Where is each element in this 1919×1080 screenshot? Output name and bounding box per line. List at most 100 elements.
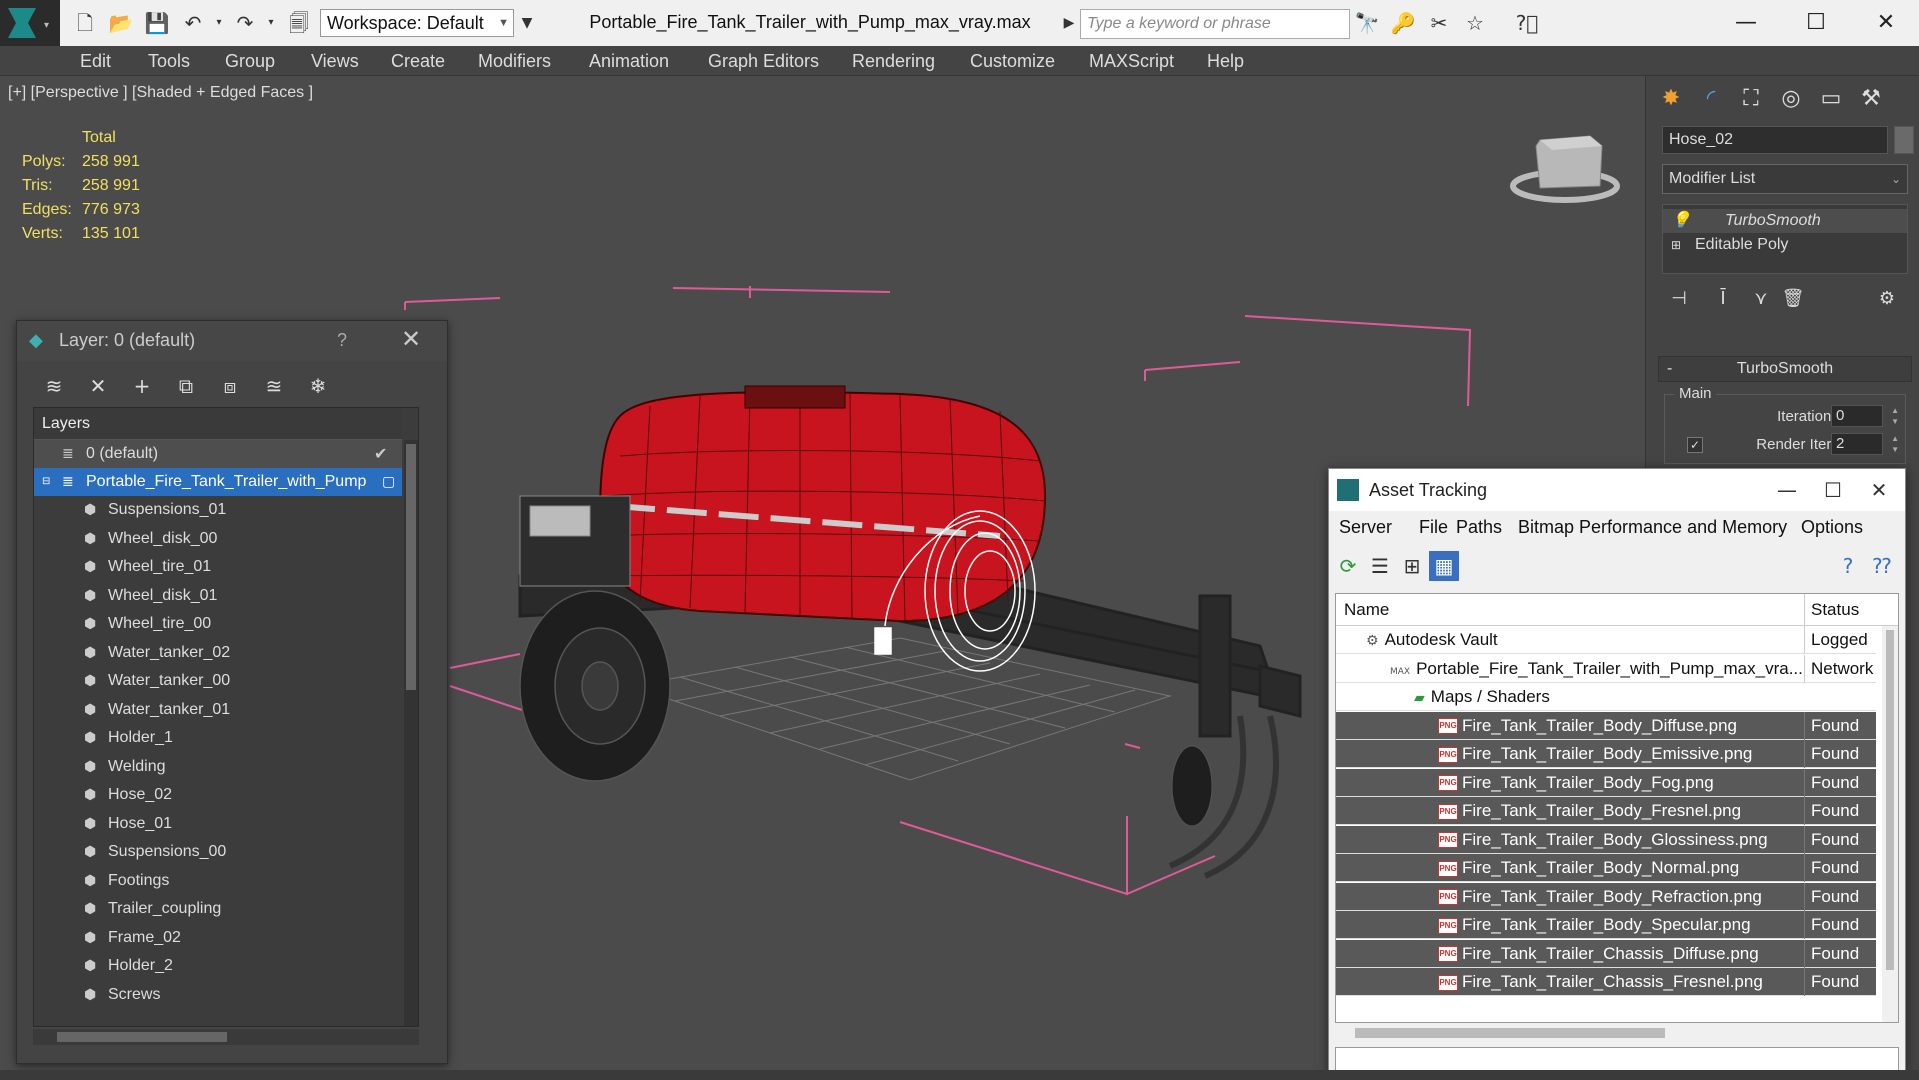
open-file-icon[interactable]: 📂 [108,10,134,36]
menu-views[interactable]: Views [311,46,359,76]
asset-row[interactable]: PNG Fire_Tank_Trailer_Body_Normal.png Foun… [1336,854,1876,882]
display-tab-icon[interactable]: ▭ [1814,82,1848,116]
pin-stack-icon[interactable]: ⊣ [1666,286,1692,312]
viewcube[interactable] [1510,135,1620,203]
menu-server[interactable]: Server [1339,511,1392,543]
spinner-arrows-icon[interactable]: ▲ ▼ [1891,433,1899,455]
maximize-button[interactable]: ☐ [1813,475,1853,505]
layer-object-row[interactable]: ⬢ Welding [34,753,402,781]
viewport-label[interactable]: [+] [Perspective ] [Shaded + Edged Faces… [8,84,313,102]
time-slider[interactable] [0,1070,1919,1080]
horizontal-scrollbar[interactable] [33,1029,419,1045]
menu-maxscript[interactable]: MAXScript [1089,46,1174,76]
asset-row[interactable]: ⚙ Autodesk Vault Logged [1336,626,1876,654]
layer-object-row[interactable]: ⬢ Holder_1 [34,724,402,752]
plus-icon[interactable]: ⊞ [1671,233,1681,257]
spinner-arrows-icon[interactable]: ▲ ▼ [1891,405,1899,427]
menu-animation[interactable]: Animation [589,46,669,76]
modifier-list-dropdown[interactable]: Modifier List ⌄ [1662,164,1908,194]
modify-tab-icon[interactable]: ◜ [1694,82,1728,116]
binoculars-icon[interactable]: 🔭 [1354,10,1380,36]
layer-row-default[interactable]: ≣ 0 (default) ✔ [34,440,402,468]
close-icon[interactable]: ✕ [401,325,421,353]
menu-rendering[interactable]: Rendering [852,46,935,76]
object-name-field[interactable]: Hose_02 [1662,126,1888,154]
layer-object-row[interactable]: ⬢ Hose_02 [34,781,402,809]
close-button[interactable]: ✕ [1859,475,1899,505]
render-iters-spinner[interactable]: ✓ Render Iters: 2 ▲ ▼ [1665,433,1907,457]
menu-help[interactable]: Help [1207,46,1244,76]
select-objects-icon[interactable]: ⧉ [171,371,201,401]
layer-object-row[interactable]: ⬢ Screws [34,981,402,1009]
undo-dropdown-icon[interactable]: ▾ [206,10,232,36]
render-iters-checkbox[interactable]: ✓ [1687,437,1703,453]
scrollbar-thumb[interactable] [1355,1028,1665,1038]
asset-row[interactable]: MAX Portable_Fire_Tank_Trailer_with_Pump_… [1336,654,1876,683]
layer-object-row[interactable]: ⬢ Suspensions_00 [34,838,402,866]
table-view-icon[interactable]: ▦ [1429,551,1459,581]
menu-create[interactable]: Create [391,46,445,76]
horizontal-scrollbar[interactable] [1335,1025,1899,1041]
iterations-spinner[interactable]: Iterations: 0 ▲ ▼ [1665,405,1907,429]
asset-row[interactable]: PNG Fire_Tank_Trailer_Chassis_Fresnel.png… [1336,968,1876,996]
refresh-icon[interactable]: ⟳ [1333,551,1363,581]
redo-dropdown-icon[interactable]: ▾ [258,10,284,36]
scrollbar-thumb[interactable] [57,1032,227,1042]
help-button[interactable]: ? [337,330,347,351]
asset-row[interactable]: PNG Fire_Tank_Trailer_Body_Fog.png Found [1336,768,1876,797]
column-header-name[interactable]: Name [1344,594,1389,626]
create-tab-icon[interactable]: ✸ [1654,82,1688,116]
app-logo[interactable]: ▾ [0,0,60,46]
minimize-button[interactable]: — [1726,6,1766,40]
menu-group[interactable]: Group [225,46,275,76]
new-file-icon[interactable]: 🗋 [72,10,98,36]
collapse-icon[interactable]: - [1667,357,1672,381]
asset-row[interactable]: PNG Fire_Tank_Trailer_Body_Refraction.png… [1336,882,1876,911]
save-icon[interactable]: 💾 [144,10,170,36]
scrollbar-thumb[interactable] [1886,630,1894,970]
remove-modifier-icon[interactable]: 🗑 [1780,286,1806,312]
menu-edit[interactable]: Edit [80,46,111,76]
help-icon[interactable]: ?⃝ [1514,10,1540,36]
column-header-status[interactable]: Status [1804,594,1898,626]
menu-file[interactable]: File [1419,511,1448,543]
asset-row[interactable]: PNG Fire_Tank_Trailer_Chassis_Diffuse.png… [1336,939,1876,968]
collapse-icon[interactable]: ⊟ [42,468,50,496]
render-iters-input[interactable]: 2 [1831,433,1883,455]
vertical-scrollbar[interactable] [404,440,418,1026]
maximize-button[interactable]: ☐ [1796,6,1836,40]
lightbulb-icon[interactable]: 💡 [1671,209,1691,233]
add-to-layer-icon[interactable]: + [127,371,157,401]
asset-row[interactable]: PNG Fire_Tank_Trailer_Body_Emissive.png Fo… [1336,740,1876,768]
asset-path-field[interactable] [1335,1047,1899,1071]
layer-object-row[interactable]: ⬢ Trailer_coupling [34,895,402,923]
configure-modifier-sets-icon[interactable]: ⚙ [1874,286,1900,312]
stack-item-editable-poly[interactable]: ⊞ Editable Poly [1663,233,1907,257]
help-icon[interactable]: ? [1833,551,1863,581]
menu-options[interactable]: Options [1801,511,1863,543]
asset-row[interactable]: PNG Fire_Tank_Trailer_Body_Fresnel.png Fou… [1336,797,1876,825]
menu-tools[interactable]: Tools [148,46,190,76]
asset-row[interactable]: PNG Fire_Tank_Trailer_Body_Specular.png Fo… [1336,911,1876,939]
layer-object-row[interactable]: ⬢ Wheel_disk_00 [34,525,402,553]
object-color-swatch[interactable] [1894,126,1914,154]
set-current-layer-icon[interactable]: ▢ [382,468,395,496]
menu-customize[interactable]: Customize [970,46,1055,76]
layer-object-row[interactable]: ⬢ Wheel_tire_01 [34,553,402,581]
layer-object-row[interactable]: ⬢ Wheel_disk_01 [34,582,402,610]
delete-layer-icon[interactable]: ✕ [83,371,113,401]
layer-object-row[interactable]: ⬢ Suspensions_01 [34,496,402,524]
undo-icon[interactable]: ↶ [180,10,206,36]
layer-object-row[interactable]: ⬢ Hose_01 [34,810,402,838]
search-input[interactable]: Type a keyword or phrase [1080,9,1350,39]
layer-object-row[interactable]: ⬢ Wheel_tire_00 [34,610,402,638]
menu-modifiers[interactable]: Modifiers [478,46,551,76]
project-folder-icon[interactable]: 🗐 [286,10,312,36]
motion-tab-icon[interactable]: ◎ [1774,82,1808,116]
search-expand-icon[interactable]: ▶ [1056,10,1082,36]
utilities-tab-icon[interactable]: ⚒ [1854,82,1888,116]
iterations-input[interactable]: 0 [1831,405,1883,427]
show-end-result-icon[interactable]: Ī [1710,286,1736,312]
layer-object-row[interactable]: ⬢ Water_tanker_02 [34,639,402,667]
layers-column-header[interactable]: Layers [34,408,402,440]
